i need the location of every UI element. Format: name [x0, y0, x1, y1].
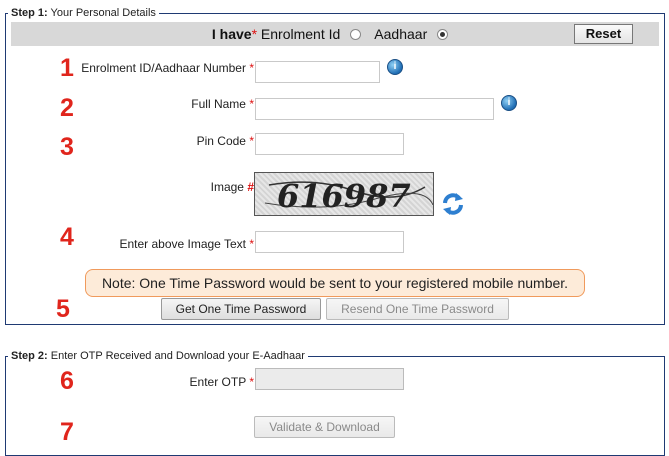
get-otp-button[interactable]: Get One Time Password	[161, 298, 321, 320]
otp-note: Note: One Time Password would be sent to…	[85, 269, 585, 297]
otp-label-text: Enter OTP	[189, 375, 246, 389]
full-name-input[interactable]	[255, 98, 494, 120]
pin-code-label: Pin Code *	[197, 134, 254, 148]
otp-input[interactable]	[255, 368, 404, 390]
radio-aadhaar[interactable]	[437, 29, 449, 40]
step-number-3: 3	[60, 133, 74, 161]
step2-legend: Step 2: Enter OTP Received and Download …	[8, 350, 308, 362]
step1-legend: Step 1: Your Personal Details	[8, 7, 159, 19]
option-enrolment-label: Enrolment Id	[260, 26, 341, 42]
enrolment-aadhaar-input[interactable]	[255, 61, 380, 83]
captcha-image: 616987	[254, 172, 434, 216]
pin-code-label-text: Pin Code	[196, 134, 246, 148]
image-text-label: Enter above Image Text *	[119, 237, 254, 251]
required-mark: *	[251, 26, 258, 42]
image-label-text: Image	[210, 180, 244, 194]
step1-legend-bold: Step 1:	[11, 7, 48, 19]
otp-label: Enter OTP *	[190, 375, 254, 389]
step-number-2: 2	[60, 94, 74, 122]
image-label: Image #	[211, 180, 254, 194]
pin-code-input[interactable]	[255, 133, 404, 155]
id-type-header: I have* Enrolment Id Aadhaar	[11, 22, 659, 46]
step-number-1: 1	[60, 54, 74, 82]
enrolment-label-text: Enrolment ID/Aadhaar Number	[81, 61, 246, 75]
captcha-input[interactable]	[255, 231, 404, 253]
radio-enrolment[interactable]	[350, 29, 362, 40]
full-name-label: Full Name *	[191, 97, 254, 111]
resend-otp-button[interactable]: Resend One Time Password	[326, 298, 509, 320]
required-mark: *	[249, 61, 254, 75]
step-number-4: 4	[60, 223, 74, 251]
i-have-label: I have	[211, 26, 252, 42]
required-mark: *	[249, 237, 254, 251]
image-text-label-text: Enter above Image Text	[119, 237, 246, 251]
option-aadhaar-label: Aadhaar	[374, 26, 428, 42]
refresh-icon[interactable]	[441, 191, 465, 217]
image-mark: #	[247, 180, 254, 194]
enrolment-label: Enrolment ID/Aadhaar Number *	[81, 61, 254, 75]
required-mark: *	[249, 134, 254, 148]
reset-button[interactable]: Reset	[574, 24, 633, 44]
step2-legend-text: Enter OTP Received and Download your E-A…	[50, 350, 305, 362]
required-mark: *	[249, 97, 254, 111]
info-icon[interactable]: i	[501, 95, 517, 111]
required-mark: *	[249, 375, 254, 389]
validate-download-button[interactable]: Validate & Download	[254, 416, 395, 438]
info-icon[interactable]: i	[387, 59, 403, 75]
id-type-selector: I have* Enrolment Id Aadhaar	[11, 22, 659, 46]
captcha-text: 616987	[277, 177, 411, 215]
step-number-5: 5	[56, 295, 70, 323]
step2-legend-bold: Step 2:	[11, 350, 48, 362]
full-name-label-text: Full Name	[191, 97, 246, 111]
step1-legend-text: Your Personal Details	[50, 7, 156, 19]
